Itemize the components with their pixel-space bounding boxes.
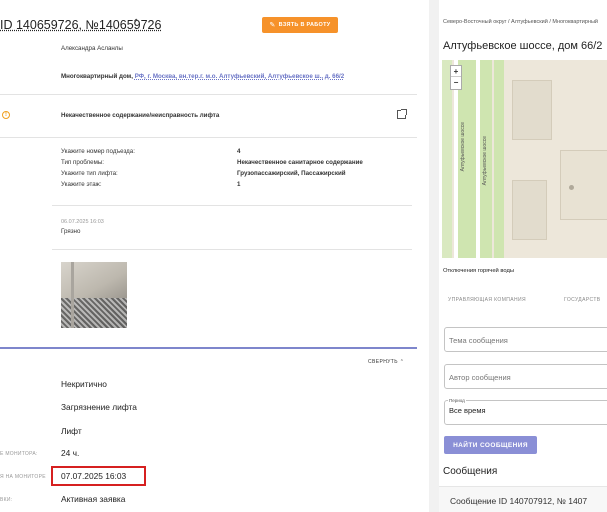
info-panel: Северо-Восточный округ / Алтуфьевский / …	[439, 0, 607, 512]
map[interactable]: Алтуфьевское шоссе Алтуфьевское шоссе + …	[442, 60, 607, 258]
building-address-link[interactable]: РФ, г. Москва, вн.тер.г. м.о. Алтуфьевск…	[135, 73, 345, 80]
author-name: Александра Асланлы	[61, 45, 123, 52]
ticket-panel: ID 140659726, №140659726 ⌃ ✎ ВЗЯТЬ В РАБ…	[0, 0, 417, 512]
map-building	[512, 80, 552, 140]
detail-label-status: ВКИ:	[0, 497, 13, 503]
field-label-problem-type: Тип проблемы:	[61, 159, 105, 166]
period-label: Период	[448, 398, 466, 403]
tab-management-company[interactable]: УПРАВЛЯЮЩАЯ КОМПАНИЯ	[448, 297, 526, 303]
messages-title: Сообщения	[443, 466, 498, 477]
map-building	[560, 150, 607, 220]
breadcrumb[interactable]: Северо-Восточный округ / Алтуфьевский / …	[443, 19, 598, 25]
divider	[0, 137, 417, 138]
map-road-label: Алтуфьевское шоссе	[460, 122, 466, 172]
field-value-lift-type: Грузопассажирский, Пассажирский	[237, 170, 346, 177]
message-row[interactable]: Сообщение ID 140707912, № 1407	[439, 486, 607, 512]
field-value-entrance: 4	[237, 148, 241, 155]
field-value-floor: 1	[237, 181, 241, 188]
detail-monitor-term: 24 ч.	[61, 448, 80, 458]
divider	[0, 94, 417, 95]
outage-notice[interactable]: Отключения горячей воды	[443, 268, 514, 274]
collapse-label: СВЕРНУТЬ	[368, 359, 398, 365]
problem-photo[interactable]	[61, 262, 127, 328]
app-root: ID 140659726, №140659726 ⌃ ✎ ВЗЯТЬ В РАБ…	[0, 0, 607, 512]
chevron-up-icon: ⌃	[399, 359, 405, 365]
detail-status: Активная заявка	[61, 494, 126, 504]
open-external-icon[interactable]	[397, 109, 407, 119]
highlight-box	[51, 466, 146, 486]
detail-label-monitor-term: Е МОНИТОРА:	[0, 451, 38, 457]
map-zoom-control: + −	[450, 65, 462, 90]
field-value-problem-type: Некачественное санитарное содержание	[237, 159, 363, 166]
problem-title: Некачественное содержание/неисправность …	[61, 112, 220, 119]
warning-icon: !	[2, 111, 10, 119]
pencil-icon: ✎	[269, 22, 276, 29]
field-label-floor: Укажите этаж:	[61, 181, 102, 188]
address-title: Алтуфьевское шоссе, дом 66/2	[443, 40, 603, 52]
panel-separator	[429, 0, 439, 512]
chevron-up-icon[interactable]: ⌃	[132, 18, 140, 29]
tab-government[interactable]: ГОСУДАРСТВ	[564, 297, 601, 303]
section-divider	[0, 347, 417, 349]
map-green-area	[494, 60, 504, 258]
detail-criticality: Некритично	[61, 379, 107, 389]
comment-date: 06.07.2025 16:03	[61, 219, 104, 225]
take-to-work-button[interactable]: ✎ ВЗЯТЬ В РАБОТУ	[262, 17, 338, 33]
topic-placeholder: Тема сообщения	[449, 336, 508, 345]
map-marker-icon[interactable]	[569, 185, 574, 190]
building-line: Многоквартирный дом, РФ, г. Москва, вн.т…	[61, 73, 344, 80]
detail-category: Загрязнение лифта	[61, 402, 137, 412]
detail-object: Лифт	[61, 426, 82, 436]
period-value: Все время	[449, 406, 486, 415]
divider	[52, 205, 412, 206]
building-type: Многоквартирный дом,	[61, 73, 133, 80]
detail-label-monitor-date: Я НА МОНИТОРЕ	[0, 474, 46, 480]
map-building	[512, 180, 547, 240]
find-messages-button[interactable]: НАЙТИ СООБЩЕНИЯ	[444, 436, 537, 454]
collapse-button[interactable]: СВЕРНУТЬ ⌃	[368, 359, 404, 365]
map-road-label: Алтуфьевское шоссе	[482, 136, 488, 186]
zoom-in-button[interactable]: +	[451, 66, 461, 77]
take-to-work-label: ВЗЯТЬ В РАБОТУ	[278, 22, 331, 28]
field-label-lift-type: Укажите тип лифта:	[61, 170, 118, 177]
zoom-out-button[interactable]: −	[451, 77, 461, 88]
field-label-entrance: Укажите номер подъезда:	[61, 148, 135, 155]
message-row-title: Сообщение ID 140707912, № 1407	[450, 496, 588, 506]
author-placeholder: Автор сообщения	[449, 373, 511, 382]
comment-text: Грязно	[61, 228, 81, 235]
divider	[52, 249, 412, 250]
